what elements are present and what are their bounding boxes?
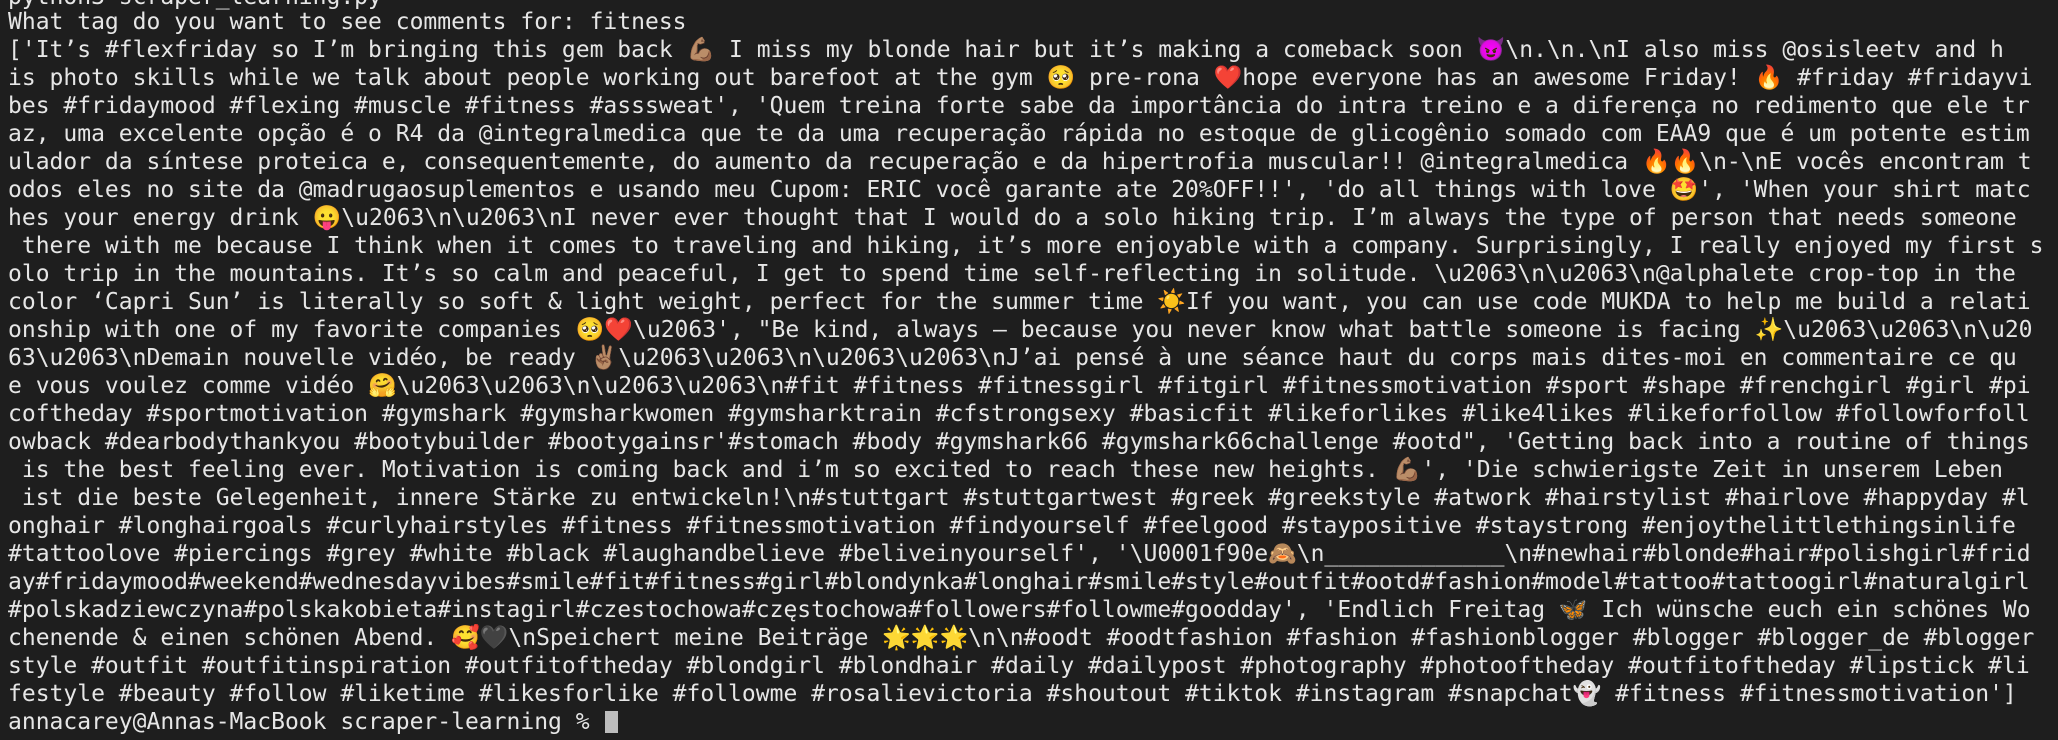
output-line: ay#fridaymood#weekend#wednesdayvibes#smi… — [8, 569, 2030, 595]
prompt-line[interactable]: annacarey@Annas-MacBook scraper-learning… — [8, 708, 2050, 736]
text-cursor — [605, 711, 619, 733]
output-line: owback #dearbodythankyou #bootybuilder #… — [8, 429, 2030, 455]
output-line: chenende & einen schönen Abend. 🥰🖤\nSpei… — [8, 625, 2035, 651]
output-line: hes your energy drink 😛\u2063\n\u2063\nI… — [8, 205, 2017, 231]
output-line: coftheday #sportmotivation #gymshark #gy… — [8, 401, 2030, 427]
output-line: onship with one of my favorite companies… — [8, 317, 2033, 343]
output-line: is the best feeling ever. Motivation is … — [8, 457, 2003, 483]
output-line: color ‘Capri Sun’ is literally so soft &… — [8, 289, 2031, 315]
output-line: ist die beste Gelegenheit, innere Stärke… — [8, 485, 2030, 511]
terminal-window[interactable]: python3 scraper_learning.py What tag do … — [0, 0, 2058, 740]
output-line: there with me because I think when it co… — [8, 233, 2044, 259]
output-line: style #outfit #outfitinspiration #outfit… — [8, 653, 2030, 679]
output-line: ['It’s #flexfriday so I’m bringing this … — [8, 37, 2004, 63]
output-line: odos eles no site da @madrugaosuplemento… — [8, 177, 2031, 203]
shell-prompt: annacarey@Annas-MacBook scraper-learning… — [8, 709, 604, 735]
output-line: 63\u2063\nDemain nouvelle vidéo, be read… — [8, 345, 2017, 371]
output-line: is photo skills while we talk about peop… — [8, 65, 2033, 91]
input-prompt-line: What tag do you want to see comments for… — [8, 9, 687, 35]
output-line: ulador da síntese proteica e, consequent… — [8, 149, 2032, 175]
output-line: olo trip in the mountains. It’s so calm … — [8, 261, 2016, 287]
output-line: #polskadziewczyna#polskakobieta#instagir… — [8, 597, 2031, 623]
output-line: bes #fridaymood #flexing #muscle #fitnes… — [8, 93, 2030, 119]
terminal-output: What tag do you want to see comments for… — [8, 8, 2050, 736]
output-line: #tattoolove #piercings #grey #white #bla… — [8, 541, 2031, 567]
output-line: festyle #beauty #follow #liketime #likes… — [8, 681, 2017, 707]
output-lines: What tag do you want to see comments for… — [8, 8, 2050, 708]
output-line: onghair #longhairgoals #curlyhairstyles … — [8, 513, 2016, 539]
output-line: az, uma excelente opção é o R4 da @integ… — [8, 121, 2030, 147]
output-line: e vous voulez comme vidéo 🤗\u2063\u2063\… — [8, 373, 2031, 399]
